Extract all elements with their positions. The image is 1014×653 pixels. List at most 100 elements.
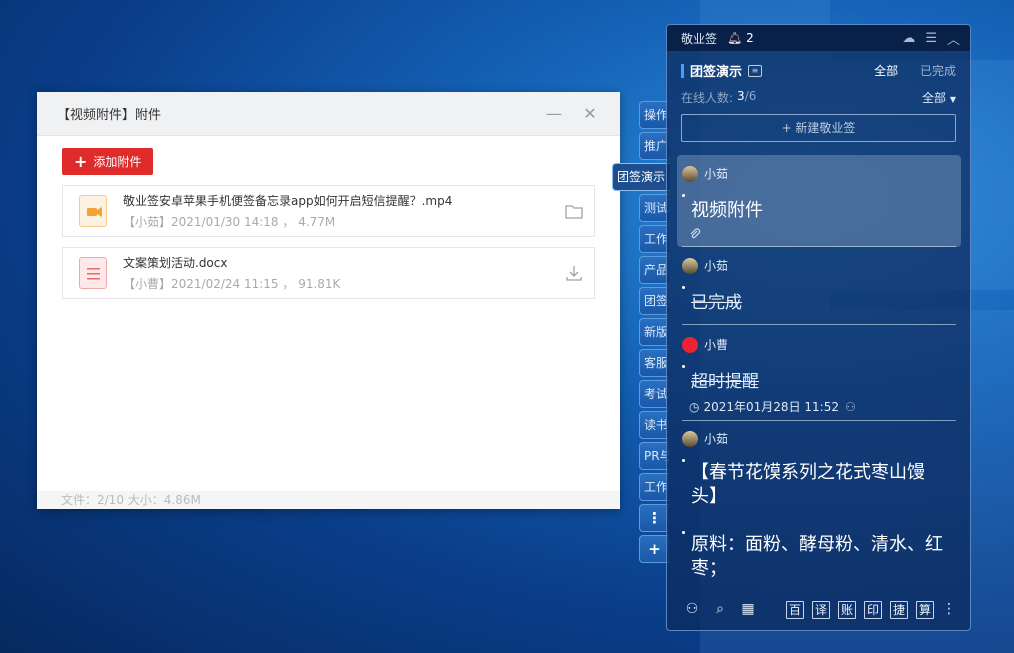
- group-accent-bar: [681, 63, 684, 78]
- side-tab[interactable]: 工作: [639, 225, 669, 253]
- file-texts: 文案策划活动.docx 【小曹】2021/02/24 11:15 ， 91.81…: [123, 254, 554, 292]
- more-icon[interactable]: ⋮: [940, 601, 958, 619]
- note-item[interactable]: 小曹 超时提醒 ◷ 2021年01月28日 11:52 ⚇: [677, 336, 961, 416]
- note-item[interactable]: 小茹 已完成: [677, 257, 961, 317]
- file-name: 敬业签安卓苹果手机便签备忘录app如何开启短信提醒？.mp4: [123, 194, 453, 208]
- note-title: 【春节花馍系列之花式枣山馒头】: [677, 459, 961, 509]
- file-meta: 【小茹】2021/01/30 14:18 ， 4.77M: [123, 215, 336, 229]
- member-filter-dropdown[interactable]: 全部 ▼: [922, 89, 956, 106]
- attachment-icon[interactable]: [677, 228, 961, 240]
- collapse-icon[interactable]: ︿: [947, 29, 960, 48]
- members-icon[interactable]: ⚇: [683, 601, 701, 619]
- side-tab[interactable]: 产品: [639, 256, 669, 284]
- group-header: 团签演示 ≡ 全部 已完成: [681, 61, 956, 80]
- side-tab[interactable]: 新版: [639, 318, 669, 346]
- clock-icon: ◷: [689, 399, 700, 414]
- notes-panel: 敬业签 🔔︎ 2 ☁ ☰ ︿ 团签演示 ≡ 全部 已完成 在线人数: 3 /6 …: [666, 24, 971, 631]
- note-author-name: 小茹: [704, 259, 729, 273]
- new-note-input[interactable]: + 新建敬业签: [681, 114, 956, 142]
- note-body: 原料：面粉、酵母粉、清水、红枣；: [677, 531, 961, 581]
- dialog-title: 【视频附件】附件: [57, 108, 162, 123]
- note-author: 小茹: [677, 257, 961, 274]
- side-tab-active[interactable]: 团签演示: [612, 163, 670, 191]
- file-name: 文案策划活动.docx: [123, 256, 228, 270]
- attachment-dialog: 【视频附件】附件 — ✕ + 添加附件 敬业签安卓苹果手机便签备忘录app如何开…: [37, 92, 620, 509]
- side-tab[interactable]: 读书: [639, 411, 669, 439]
- video-file-icon: [79, 195, 107, 227]
- side-tab[interactable]: 操作: [639, 101, 669, 129]
- cloud-sync-icon[interactable]: ☁: [902, 31, 915, 46]
- side-tab[interactable]: 客服: [639, 349, 669, 377]
- search-icon[interactable]: ⌕: [711, 601, 729, 619]
- folder-icon[interactable]: [554, 203, 594, 219]
- tool-shortcut[interactable]: 捷: [890, 601, 908, 619]
- note-author-name: 小曹: [704, 338, 729, 352]
- close-button[interactable]: ✕: [576, 100, 604, 128]
- status-filter: 全部 已完成: [856, 62, 956, 79]
- note-divider: [682, 420, 956, 421]
- note-author-name: 小茹: [704, 432, 729, 446]
- tool-baidu[interactable]: 百: [786, 601, 804, 619]
- note-title: 视频附件: [677, 194, 961, 222]
- side-tab[interactable]: 团签: [639, 287, 669, 315]
- reminder-time-text: 2021年01月28日 11:52: [703, 400, 839, 414]
- avatar: [682, 336, 698, 353]
- avatar: [682, 430, 698, 447]
- plus-icon: +: [74, 152, 88, 171]
- avatar: [682, 257, 698, 274]
- side-tab[interactable]: PR与: [639, 442, 669, 470]
- group-info-icon[interactable]: ≡: [748, 64, 763, 77]
- add-tab-icon[interactable]: +: [639, 535, 669, 563]
- filter-all[interactable]: 全部: [874, 64, 898, 78]
- bell-count: 2: [746, 31, 754, 45]
- note-author: 小曹: [677, 336, 961, 353]
- menu-icon[interactable]: ☰: [925, 31, 937, 46]
- assignee-icon[interactable]: ⚇: [845, 400, 856, 414]
- online-label: 在线人数:: [681, 91, 734, 105]
- note-author: 小茹: [677, 430, 961, 447]
- online-row: 在线人数: 3 /6 全部 ▼: [681, 89, 956, 106]
- panel-titlebar: 敬业签 🔔︎ 2 ☁ ☰ ︿: [667, 25, 970, 51]
- note-title: 已完成: [677, 286, 961, 313]
- add-attachment-button[interactable]: + 添加附件: [62, 148, 154, 175]
- tool-calculator[interactable]: 算: [916, 601, 934, 619]
- online-total: /6: [744, 89, 757, 103]
- side-tab[interactable]: 推广: [639, 132, 669, 160]
- panel-toolbar: ⚇ ⌕ ▦ 百 译 账 印 捷 算 ⋮: [667, 590, 970, 630]
- side-tab[interactable]: 测试: [639, 194, 669, 222]
- chevron-down-icon: ▼: [949, 95, 956, 104]
- note-author: 小茹: [677, 155, 961, 182]
- online-count: 3: [737, 89, 745, 103]
- note-item[interactable]: 小茹 【春节花馍系列之花式枣山馒头】 原料：面粉、酵母粉、清水、红枣；: [677, 430, 961, 580]
- note-item[interactable]: 小茹 视频附件: [677, 155, 961, 247]
- file-row[interactable]: 敬业签安卓苹果手机便签备忘录app如何开启短信提醒？.mp4 【小茹】2021/…: [62, 185, 595, 237]
- download-icon[interactable]: [554, 264, 594, 282]
- member-filter-label: 全部: [922, 91, 947, 105]
- dialog-header: 【视频附件】附件 — ✕: [37, 92, 620, 136]
- tool-print[interactable]: 印: [864, 601, 882, 619]
- file-row[interactable]: 文案策划活动.docx 【小曹】2021/02/24 11:15 ， 91.81…: [62, 247, 595, 299]
- add-attachment-label: 添加附件: [93, 155, 142, 169]
- avatar: [682, 165, 698, 182]
- group-name[interactable]: 团签演示: [690, 61, 742, 80]
- note-divider: [682, 246, 956, 247]
- dialog-footer: 文件：2/10 大小：4.86M: [37, 491, 620, 509]
- side-tab[interactable]: 工作: [639, 473, 669, 501]
- note-author-name: 小茹: [704, 167, 729, 181]
- document-file-icon: [79, 257, 107, 289]
- note-divider: [682, 324, 956, 325]
- more-tabs-icon[interactable]: ⋮: [639, 504, 669, 532]
- minimize-button[interactable]: —: [540, 100, 568, 128]
- file-meta: 【小曹】2021/02/24 11:15 ， 91.81K: [123, 277, 341, 291]
- tool-translate[interactable]: 译: [812, 601, 830, 619]
- reminder-bell[interactable]: 🔔︎ 2: [727, 31, 754, 45]
- side-tab[interactable]: 考试: [639, 380, 669, 408]
- reminder-time: ◷ 2021年01月28日 11:52 ⚇: [677, 398, 961, 415]
- calendar-icon[interactable]: ▦: [739, 601, 757, 619]
- filter-done[interactable]: 已完成: [920, 64, 956, 78]
- bell-icon: 🔔︎: [727, 31, 743, 45]
- app-name: 敬业签: [681, 31, 718, 46]
- file-texts: 敬业签安卓苹果手机便签备忘录app如何开启短信提醒？.mp4 【小茹】2021/…: [123, 192, 554, 230]
- note-title: 超时提醒: [677, 365, 961, 392]
- tool-account[interactable]: 账: [838, 601, 856, 619]
